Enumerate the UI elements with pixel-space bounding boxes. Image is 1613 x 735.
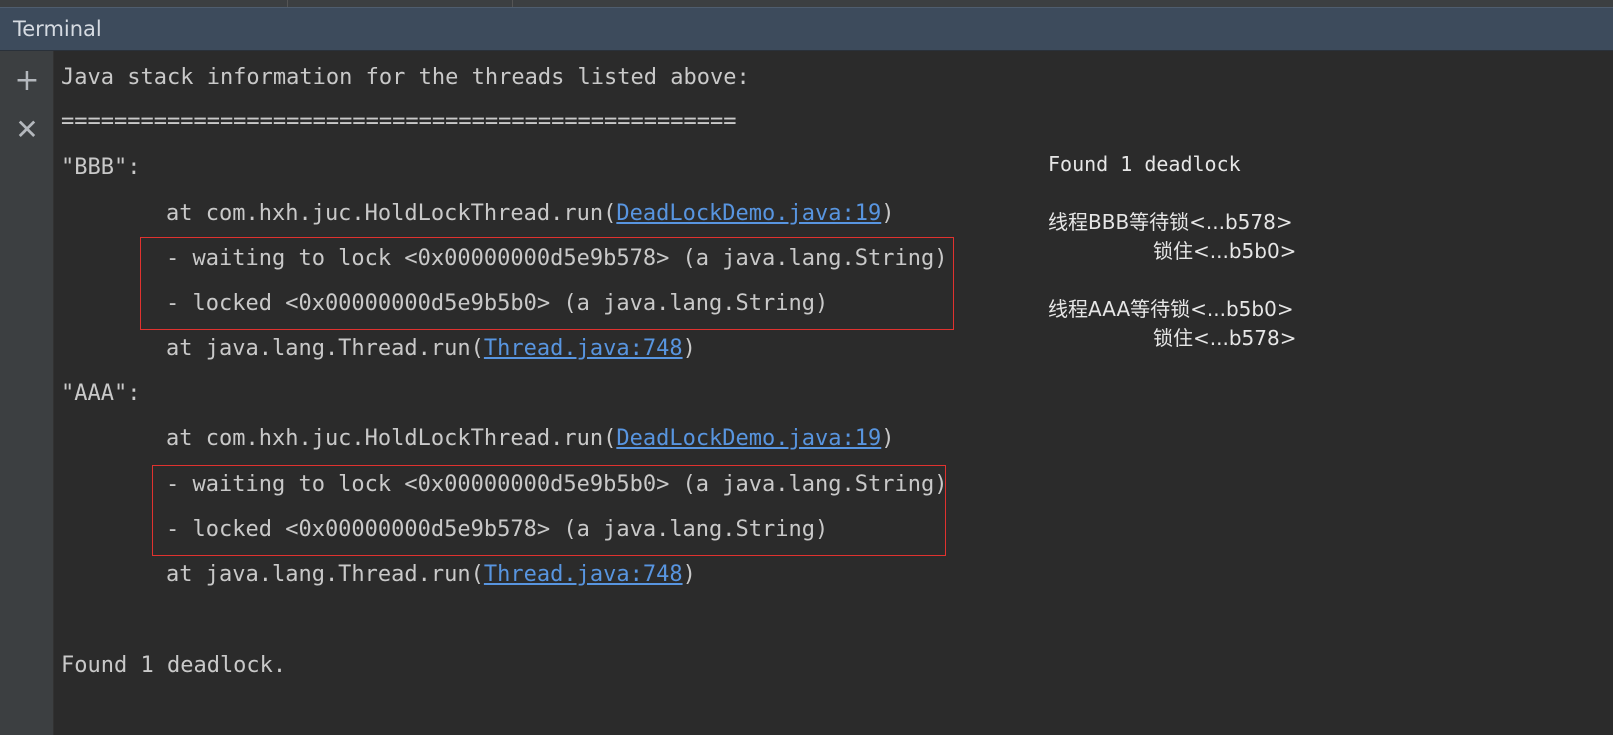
thread-aaa-name: "AAA":: [61, 381, 141, 406]
window-title: Terminal: [13, 17, 102, 41]
annotation-aaa-hold: 锁住<...b578>: [1153, 326, 1297, 350]
separator-line: ========================================…: [61, 109, 737, 134]
terminal-output[interactable]: Java stack information for the threads l…: [54, 51, 1613, 735]
frame-text: ): [682, 336, 696, 361]
source-link[interactable]: Thread.java:748: [484, 336, 683, 361]
frame-text: ): [881, 426, 895, 451]
stack-header: Java stack information for the threads l…: [61, 65, 750, 90]
frame-text: ): [881, 201, 895, 226]
thread-bbb-run-frame: at com.hxh.juc.HoldLockThread.run(DeadLo…: [166, 201, 895, 227]
deadlock-summary: Found 1 deadlock.: [61, 653, 287, 678]
tab-divider: [512, 0, 513, 7]
tab-divider: [287, 0, 288, 7]
terminal-titlebar: Terminal: [0, 7, 1613, 51]
terminal-toolstrip: + ✕: [0, 51, 54, 735]
frame-text: at com.hxh.juc.HoldLockThread.run(: [166, 201, 617, 226]
source-link[interactable]: Thread.java:748: [484, 562, 683, 587]
thread-aaa-run-frame: at com.hxh.juc.HoldLockThread.run(DeadLo…: [166, 426, 895, 452]
thread-bbb-name: "BBB":: [61, 155, 141, 180]
frame-text: at java.lang.Thread.run(: [166, 336, 484, 361]
annotation-bbb-hold: 锁住<...b5b0>: [1153, 239, 1297, 263]
annotation-aaa-wait: 线程AAA等待锁<...b5b0>: [1048, 297, 1294, 321]
close-icon[interactable]: ✕: [12, 115, 42, 145]
annotation-bbb-wait: 线程BBB等待锁<...b578>: [1048, 210, 1293, 234]
source-link[interactable]: DeadLockDemo.java:19: [616, 426, 881, 451]
source-link[interactable]: DeadLockDemo.java:19: [616, 201, 881, 226]
frame-text: ): [682, 562, 696, 587]
thread-bbb-thread-run-frame: at java.lang.Thread.run(Thread.java:748): [166, 336, 696, 362]
frame-text: at com.hxh.juc.HoldLockThread.run(: [166, 426, 617, 451]
thread-aaa-thread-run-frame: at java.lang.Thread.run(Thread.java:748): [166, 562, 696, 588]
bbb-lock-highlight: [140, 237, 954, 330]
annotation-heading: Found 1 deadlock: [1048, 152, 1241, 176]
frame-text: at java.lang.Thread.run(: [166, 562, 484, 587]
top-tab-strip: [0, 0, 1613, 7]
plus-icon[interactable]: +: [12, 66, 42, 96]
aaa-lock-highlight: [152, 465, 946, 556]
